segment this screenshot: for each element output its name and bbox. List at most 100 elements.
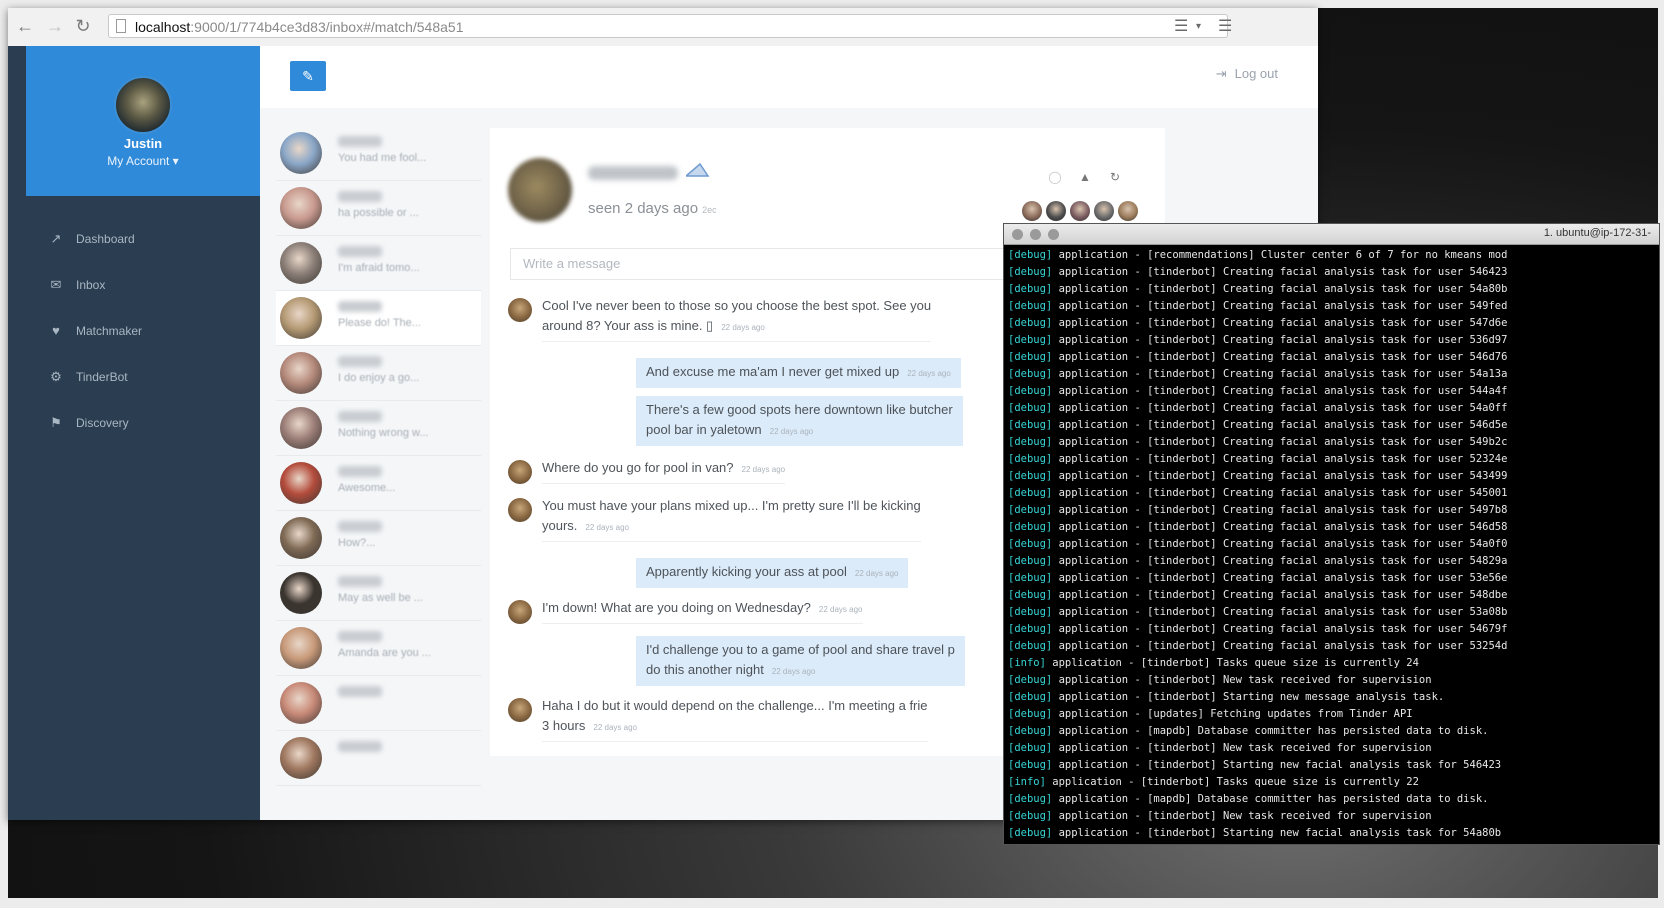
conversation-item[interactable]: I do enjoy a go... [276, 346, 481, 401]
sidebar-item-dashboard[interactable]: ↗ Dashboard [46, 216, 256, 262]
conversation-item[interactable]: Nothing wrong w... [276, 401, 481, 456]
message-timestamp: 22 days ago [741, 465, 786, 474]
log-text: application - [tinderbot] Creating facia… [1058, 504, 1508, 516]
log-text: application - [tinderbot] Creating facia… [1058, 538, 1508, 550]
sidebar-item-discovery[interactable]: ⚑ Discovery [46, 400, 256, 446]
conversation-item[interactable] [276, 731, 481, 786]
log-line: [debug] application - [tinderbot] Creati… [1008, 519, 1658, 536]
conversation-name-blurred [338, 136, 382, 147]
reload-icon[interactable]: ↻ [72, 15, 94, 37]
log-level: [debug] [1008, 368, 1053, 380]
log-line: [info] application - [tinderbot] Tasks q… [1008, 655, 1658, 672]
message-text: I'm down! What are you doing on Wednesda… [542, 600, 811, 615]
terminal-titlebar: 1. ubuntu@ip-172-31- [1004, 224, 1659, 245]
my-account-dropdown[interactable]: My Account ▾ [26, 154, 260, 168]
log-text: application - [updates] Fetching updates… [1058, 708, 1413, 720]
user-icon[interactable]: ▲ [1070, 170, 1100, 184]
log-line: [debug] application - [tinderbot] Creati… [1008, 570, 1658, 587]
match-name-blurred [588, 166, 678, 180]
log-text: application - [recommendations] Cluster … [1058, 249, 1508, 261]
conversation-preview: Awesome... [338, 482, 396, 494]
inbox-icon: ✉ [50, 277, 62, 292]
log-text: application - [tinderbot] Starting new m… [1058, 691, 1445, 703]
log-text: application - [tinderbot] Starting new f… [1058, 759, 1502, 771]
log-line: [debug] application - [tinderbot] Creati… [1008, 621, 1658, 638]
log-text: application - [tinderbot] Creating facia… [1058, 334, 1508, 346]
conversation-item[interactable]: How?... [276, 511, 481, 566]
conversation-item[interactable]: ha possible or ... [276, 181, 481, 236]
conversation-avatar [280, 572, 322, 614]
refresh-icon[interactable]: ↻ [1100, 170, 1130, 184]
log-level: [debug] [1008, 317, 1053, 329]
conversation-item[interactable]: Amanda are you ... [276, 621, 481, 676]
conversation-item[interactable]: You had me fool... [276, 126, 481, 181]
address-bar[interactable]: localhost:9000/1/774b4ce3d83/inbox#/matc… [108, 14, 1228, 38]
log-level: [debug] [1008, 300, 1053, 312]
log-line: [debug] application - [tinderbot] Creati… [1008, 417, 1658, 434]
outgoing-message: Apparently kicking your ass at pool 22 da… [636, 558, 909, 588]
log-level: [debug] [1008, 810, 1053, 822]
forward-icon[interactable]: → [44, 15, 66, 37]
log-line: [debug] application - [tinderbot] Starti… [1008, 825, 1658, 839]
conversation-avatar [280, 517, 322, 559]
back-icon[interactable]: ← [14, 15, 36, 37]
log-level: [debug] [1008, 504, 1053, 516]
match-photo-thumbnail[interactable] [1070, 201, 1090, 221]
log-level: [debug] [1008, 351, 1053, 363]
message-avatar [508, 498, 532, 522]
conversation-item[interactable]: Awesome... [276, 456, 481, 511]
message-timestamp: 22 days ago [585, 523, 629, 532]
menu-icon[interactable]: ☰ [1218, 16, 1232, 38]
log-text: application - [tinderbot] Creating facia… [1058, 283, 1508, 295]
sidebar-item-inbox[interactable]: ✉ Inbox [46, 262, 256, 308]
chat-actions: ◯ ▲ ↻ [1040, 168, 1130, 186]
logout-button[interactable]: ⇥ Log out [1216, 66, 1278, 82]
log-level: [debug] [1008, 759, 1053, 771]
log-line: [debug] application - [tinderbot] Creati… [1008, 553, 1658, 570]
log-level: [debug] [1008, 742, 1053, 754]
log-text: application - [tinderbot] Creating facia… [1058, 606, 1508, 618]
compose-button[interactable]: ✎ [290, 61, 326, 91]
match-photo-thumbnail[interactable] [1022, 201, 1042, 221]
conversation-item[interactable] [276, 676, 481, 731]
conversation-preview: You had me fool... [338, 152, 427, 164]
match-photo-thumbnail[interactable] [1046, 201, 1066, 221]
log-text: application - [tinderbot] Creating facia… [1058, 385, 1508, 397]
close-icon[interactable] [1012, 229, 1023, 240]
sidebar-item-label: Discovery [76, 416, 129, 430]
log-level: [debug] [1008, 283, 1053, 295]
log-level: [debug] [1008, 606, 1053, 618]
message-timestamp: 22 days ago [818, 605, 863, 614]
sidebar-item-tinderbot[interactable]: ⚙ TinderBot [46, 354, 256, 400]
conversation-preview: Nothing wrong w... [338, 427, 429, 439]
conversation-item[interactable]: Please do! The... [276, 291, 481, 346]
log-text: application - [tinderbot] New task recei… [1058, 810, 1432, 822]
minimize-icon[interactable] [1030, 229, 1041, 240]
chevron-down-icon[interactable]: ▾ [1196, 16, 1201, 38]
conversation-preview: Amanda are you ... [338, 647, 431, 659]
log-level: [debug] [1008, 436, 1053, 448]
log-text: application - [tinderbot] Creating facia… [1058, 436, 1508, 448]
conversation-item[interactable]: May as well be ... [276, 566, 481, 621]
log-text: application - [tinderbot] Tasks queue si… [1052, 776, 1419, 788]
log-text: application - [tinderbot] Creating facia… [1058, 623, 1508, 635]
outgoing-message: I'd challenge you to a game of pool and … [636, 636, 965, 686]
log-level: [debug] [1008, 453, 1053, 465]
log-text: application - [tinderbot] Creating facia… [1058, 470, 1508, 482]
match-photo-thumbnail[interactable] [1118, 201, 1138, 221]
log-text: application - [mapdb] Database committer… [1058, 793, 1489, 805]
match-photo-thumbnail[interactable] [1094, 201, 1114, 221]
log-line: [info] application - [tinderbot] Tasks q… [1008, 774, 1658, 791]
log-line: [debug] application - [tinderbot] Creati… [1008, 264, 1658, 281]
conversation-item[interactable]: I'm afraid tomo... [276, 236, 481, 291]
reader-icon[interactable]: ☰ [1174, 16, 1188, 38]
log-text: application - [tinderbot] Creating facia… [1058, 402, 1508, 414]
settings-icon[interactable]: ◯ [1040, 170, 1070, 184]
zoom-icon[interactable] [1048, 229, 1059, 240]
match-avatar[interactable] [508, 158, 572, 222]
sidebar-item-matchmaker[interactable]: ♥ Matchmaker [46, 308, 256, 354]
url-host: localhost [135, 19, 191, 35]
log-level: [debug] [1008, 691, 1053, 703]
user-avatar[interactable] [114, 76, 172, 134]
log-level: [debug] [1008, 487, 1053, 499]
